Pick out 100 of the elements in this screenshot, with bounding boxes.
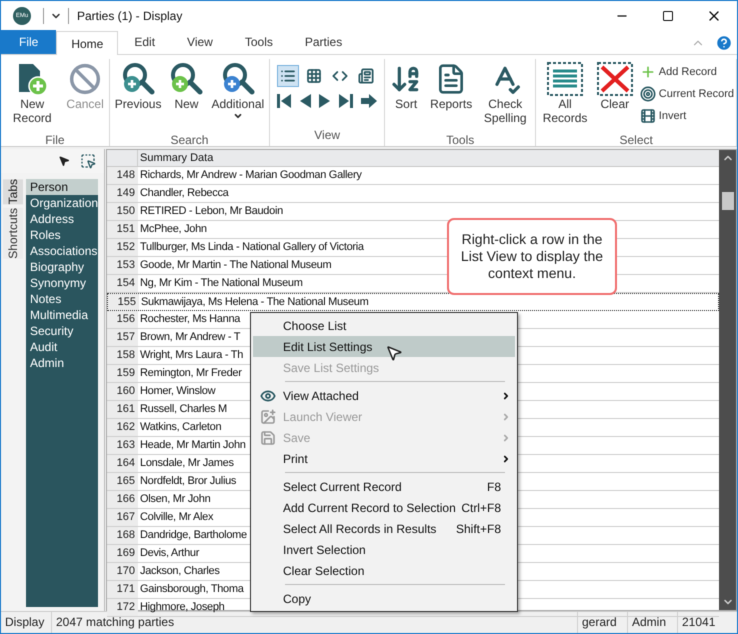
- ribbon-button[interactable]: Reports: [427, 59, 476, 131]
- ribbon-group-label: File: [44, 132, 66, 149]
- ribbon-tab[interactable]: Home: [56, 31, 118, 55]
- side-tab[interactable]: Tabs: [3, 179, 23, 204]
- all-records-icon: [547, 62, 584, 96]
- detail-view-icon: [358, 68, 374, 84]
- view-mode-button[interactable]: [277, 65, 300, 87]
- table-cell-text: Remington, Mr Freder: [139, 366, 242, 381]
- scrollbar[interactable]: [719, 150, 736, 610]
- table-cell-text: McPhee, John: [139, 222, 207, 237]
- table-cell-text: Wright, Mrs Laura - Th: [139, 348, 244, 363]
- ribbon-small-button[interactable]: Invert: [640, 107, 734, 125]
- tab-list-item[interactable]: Organization: [26, 195, 98, 211]
- tab-list-item[interactable]: Associations: [26, 243, 98, 259]
- table-cell-text: Lonsdale, Mr James: [139, 456, 234, 471]
- menu-item[interactable]: Select Current Record F8: [253, 476, 515, 497]
- last-record-icon[interactable]: [338, 93, 354, 109]
- ribbon-group-label: Search: [169, 132, 210, 149]
- next-record-icon[interactable]: [318, 93, 332, 109]
- ribbon-small-button[interactable]: Add Record: [640, 63, 734, 81]
- table-cell-text: Watkins, Carleton: [139, 420, 222, 435]
- row-number-cell: 171: [107, 581, 138, 598]
- first-record-icon[interactable]: [276, 93, 292, 109]
- tab-list-item[interactable]: Multimedia: [26, 307, 98, 323]
- row-number-cell: 151: [107, 221, 138, 238]
- table-cell-text: Sukmawijaya, Ms Helena - The National Museum: [140, 295, 368, 310]
- menu-item[interactable]: Invert Selection: [253, 539, 515, 560]
- code-view-icon: [332, 68, 348, 84]
- tab-list-item[interactable]: Synonymy: [26, 275, 98, 291]
- image-add-icon: [260, 408, 276, 424]
- table-cell-text: RETIRED - Lebon, Mr Baudoin: [139, 204, 283, 219]
- maximize-icon: [662, 10, 674, 22]
- menu-item[interactable]: Edit List Settings: [253, 336, 515, 357]
- tab-list-item[interactable]: Audit: [26, 339, 98, 355]
- table-cell-text: Jackson, Charles: [139, 564, 220, 579]
- table-cell-text: Gainsborough, Thoma: [139, 582, 244, 597]
- ribbon-button[interactable]: Check Spelling: [477, 59, 534, 131]
- row-number-cell: 148: [107, 167, 138, 184]
- ribbon-tab[interactable]: Edit: [118, 30, 172, 54]
- help-icon[interactable]: [715, 34, 733, 52]
- side-tab[interactable]: Shortcuts: [3, 208, 23, 260]
- scroll-thumb[interactable]: [722, 192, 734, 210]
- ribbon-button[interactable]: Additional: [208, 59, 268, 131]
- ribbon-group-label: Tools: [445, 132, 476, 149]
- ribbon-tab[interactable]: File: [1, 30, 56, 54]
- add-icon: [640, 64, 656, 80]
- previous-record-icon[interactable]: [298, 93, 312, 109]
- ribbon-button[interactable]: Previous: [112, 59, 164, 131]
- ribbon-tab[interactable]: View: [171, 30, 229, 54]
- select-pointer-icon[interactable]: [80, 153, 96, 169]
- window-title: Parties (1) - Display: [77, 8, 182, 25]
- ribbon-tab[interactable]: Tools: [228, 30, 289, 54]
- cancel-icon: [69, 63, 102, 95]
- table-cell-text: Devis, Arthur: [139, 546, 200, 561]
- tab-list-item[interactable]: Notes: [26, 291, 98, 307]
- table-cell-text: Brown, Mr Andrew - T: [139, 330, 240, 345]
- table-cell-text: Olsen, Mr John: [139, 492, 210, 507]
- list-row[interactable]: 149 Chandler, Rebecca: [107, 185, 719, 203]
- menu-item[interactable]: Choose List: [253, 315, 515, 336]
- ribbon-button[interactable]: New Record: [3, 59, 62, 131]
- clear-selection-icon: [596, 62, 633, 96]
- menu-item[interactable]: Print: [253, 448, 515, 469]
- ribbon-button[interactable]: Clear: [594, 59, 636, 131]
- table-cell-text: Richards, Mr Andrew - Marian Goodman Gallery: [139, 168, 362, 183]
- table-cell-text: Goode, Mr Martin - The National Museum: [139, 258, 332, 273]
- row-number-cell: 162: [107, 419, 138, 436]
- row-number-cell: 157: [107, 329, 138, 346]
- row-number-cell: 156: [107, 311, 138, 328]
- table-cell-text: Dandridge, Bartholome: [139, 528, 247, 543]
- row-number-cell: 166: [107, 491, 138, 508]
- menu-item[interactable]: View Attached: [253, 385, 515, 406]
- callout: Right-click a row in the List View to display the context menu.: [447, 218, 617, 295]
- grid-view-icon: [306, 68, 322, 84]
- search-new-icon: [169, 62, 204, 96]
- row-number-cell: 165: [107, 473, 138, 490]
- ribbon-button[interactable]: All Records: [538, 59, 592, 131]
- table-cell-text: Ng, Mr Kim - The National Museum: [139, 276, 303, 291]
- row-number-cell: 152: [107, 239, 138, 256]
- go-to-record-icon[interactable]: [360, 93, 378, 109]
- list-row[interactable]: 148 Richards, Mr Andrew - Marian Goodman Gallery: [107, 167, 719, 185]
- tab-list-item[interactable]: Security: [26, 323, 98, 339]
- ribbon-small-button[interactable]: Current Record: [640, 85, 734, 103]
- row-number-cell: 158: [107, 347, 138, 364]
- pointer-icon[interactable]: [58, 155, 70, 167]
- row-number-cell: 150: [107, 203, 138, 220]
- table-cell-text: Highmore, Joseph: [139, 600, 224, 615]
- tab-list-item[interactable]: Address: [26, 211, 98, 227]
- column-header[interactable]: Summary Data: [138, 150, 216, 166]
- row-number-cell: 159: [107, 365, 138, 382]
- ribbon-group-label: Select: [618, 132, 654, 149]
- ribbon-tab[interactable]: Parties: [288, 30, 358, 54]
- tab-list-item[interactable]: Biography: [26, 259, 98, 275]
- table-cell-text: Nordfeldt, Bror Julius: [139, 474, 236, 489]
- tab-list-item[interactable]: Person: [26, 179, 98, 195]
- ribbon-button[interactable]: New: [166, 59, 206, 131]
- ribbon-button[interactable]: Sort: [387, 59, 426, 131]
- menu-item[interactable]: Clear Selection: [253, 560, 515, 581]
- row-number-cell: 169: [107, 545, 138, 562]
- tab-list-item[interactable]: Admin: [26, 355, 98, 371]
- tab-list-item[interactable]: Roles: [26, 227, 98, 243]
